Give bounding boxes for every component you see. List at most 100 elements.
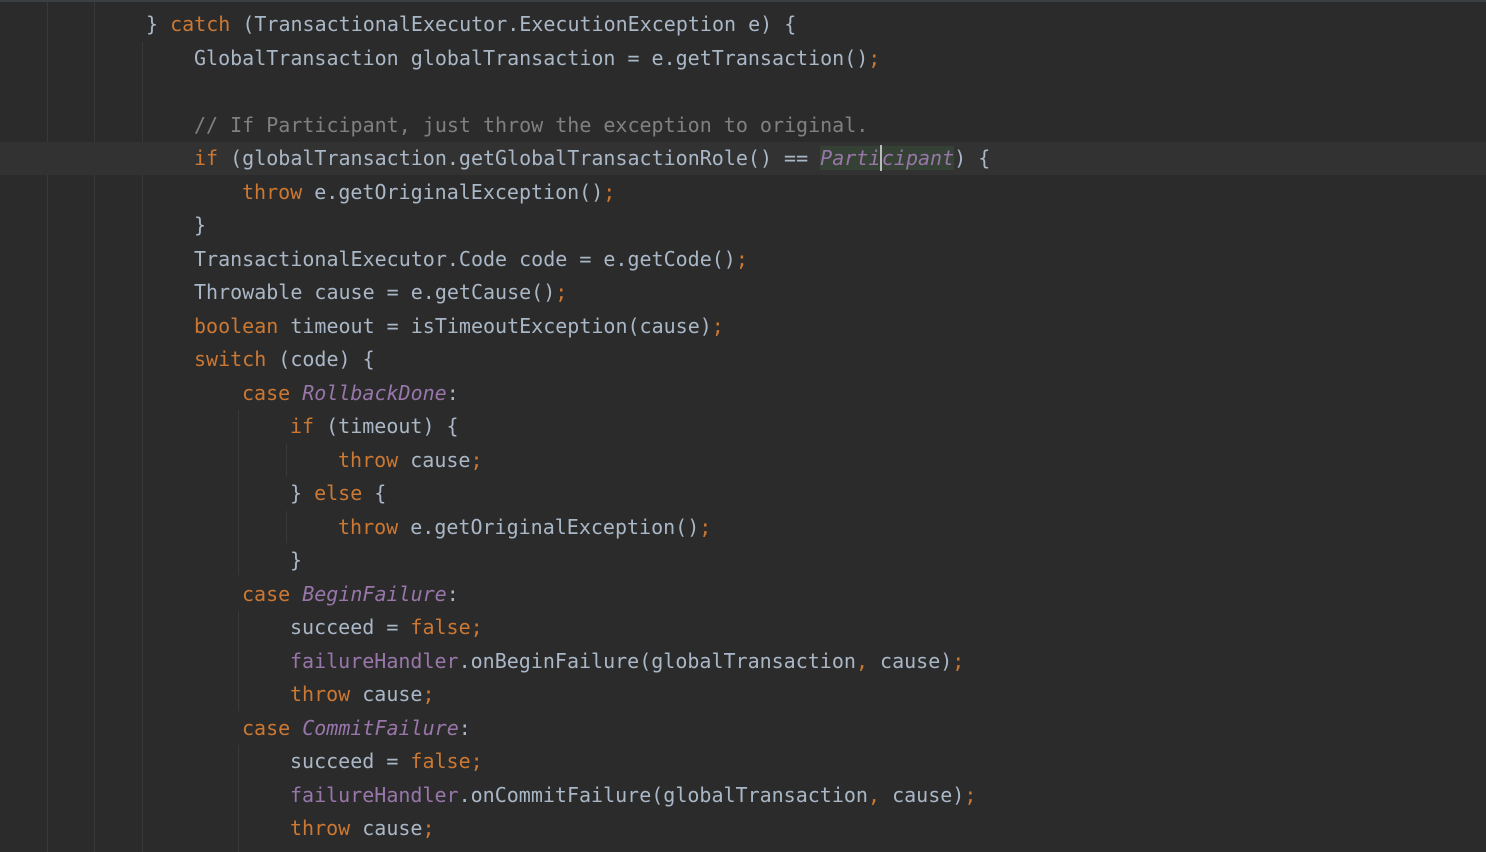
- indent-guide: [238, 410, 239, 575]
- code-token: ;: [555, 280, 568, 304]
- code-line[interactable]: throw e.getOriginalException();: [338, 511, 711, 545]
- code-token: }: [290, 481, 315, 505]
- code-token: case: [242, 380, 291, 405]
- code-token: case: [242, 715, 291, 740]
- code-line[interactable]: succeed = false;: [290, 745, 483, 779]
- code-token: ;: [735, 246, 748, 271]
- code-line[interactable]: if (globalTransaction.getGlobalTransacti…: [194, 142, 990, 176]
- code-token: // If Participant, just throw the except…: [194, 112, 869, 137]
- code-editor[interactable]: } catch (TransactionalExecutor.Execution…: [0, 0, 1486, 852]
- code-token: (code) {: [266, 347, 375, 371]
- code-line[interactable]: Throwable cause = e.getCause();: [194, 276, 567, 310]
- code-token: .onCommitFailure(globalTransaction: [458, 782, 868, 807]
- code-token: RollbackDone: [302, 380, 447, 405]
- code-token: ;: [952, 648, 965, 673]
- code-token: (globalTransaction.getGlobalTransactionR…: [218, 146, 821, 170]
- indent-guide: [286, 511, 287, 543]
- code-token: throw: [338, 514, 399, 539]
- code-token: ;: [422, 682, 435, 706]
- code-line[interactable]: boolean timeout = isTimeoutException(cau…: [194, 310, 724, 344]
- code-token: ;: [964, 782, 977, 807]
- code-token: {: [362, 481, 387, 505]
- code-token: e.getOriginalException(): [302, 179, 604, 204]
- code-line[interactable]: case BeginFailure:: [242, 578, 459, 612]
- code-token: }: [290, 548, 303, 572]
- code-line[interactable]: if (timeout) {: [290, 410, 459, 444]
- code-line[interactable]: throw cause;: [338, 444, 483, 478]
- code-line[interactable]: failureHandler.onCommitFailure(globalTra…: [290, 779, 976, 813]
- code-token: cause: [350, 816, 423, 840]
- code-token: cause): [880, 782, 965, 807]
- code-line[interactable]: failureHandler.onBeginFailure(globalTran…: [290, 645, 964, 679]
- code-token: BeginFailure: [302, 581, 447, 606]
- code-token: cause: [350, 682, 423, 706]
- code-token: switch: [194, 347, 267, 371]
- code-token: false;: [410, 615, 483, 639]
- code-line[interactable]: switch (code) {: [194, 343, 375, 377]
- code-token: (timeout) {: [314, 414, 459, 438]
- code-line[interactable]: case RollbackDone:: [242, 377, 459, 411]
- code-line[interactable]: GlobalTransaction globalTransaction = e.…: [194, 42, 880, 76]
- code-token: throw: [242, 179, 303, 204]
- code-line[interactable]: case CommitFailure:: [242, 712, 471, 746]
- code-token: Throwable cause = e.getCause(): [194, 280, 556, 304]
- code-token: throw: [338, 447, 399, 472]
- code-token: ,: [867, 782, 881, 807]
- code-token: throw: [290, 682, 351, 706]
- code-token: failureHandler: [290, 782, 459, 807]
- code-token: cause): [867, 648, 953, 673]
- code-line[interactable]: }: [290, 544, 302, 578]
- code-token: }: [146, 12, 171, 36]
- code-token: CommitFailure: [302, 715, 459, 740]
- code-token: if: [290, 414, 315, 438]
- code-token: ;: [603, 179, 616, 204]
- code-line[interactable]: } catch (TransactionalExecutor.Execution…: [146, 8, 796, 42]
- code-token: GlobalTransaction globalTransaction = e.…: [194, 45, 869, 70]
- code-token: case: [242, 581, 291, 606]
- code-token: :: [458, 715, 471, 740]
- code-line[interactable]: succeed = false;: [290, 611, 483, 645]
- code-token: false;: [410, 749, 483, 773]
- code-token: ;: [699, 514, 712, 539]
- code-line[interactable]: throw cause;: [290, 678, 435, 712]
- code-token: e.getOriginalException(): [398, 514, 700, 539]
- code-line[interactable]: }: [194, 209, 206, 243]
- indent-guide: [286, 444, 287, 476]
- code-token: (TransactionalExecutor.ExecutionExceptio…: [230, 12, 797, 36]
- code-token: TransactionalExecutor.Code code = e.getC…: [194, 246, 736, 271]
- code-line[interactable]: } else {: [290, 477, 386, 511]
- code-token: ;: [868, 45, 881, 70]
- code-line[interactable]: TransactionalExecutor.Code code = e.getC…: [194, 243, 748, 277]
- code-token: cipant: [881, 146, 955, 170]
- code-token: succeed =: [290, 615, 411, 639]
- code-token: catch: [170, 12, 231, 36]
- code-token: succeed =: [290, 749, 411, 773]
- indent-guide: [238, 745, 239, 852]
- code-token: ) {: [954, 146, 991, 170]
- code-token: }: [194, 213, 207, 237]
- code-token: timeout = isTimeoutException(cause): [278, 313, 712, 338]
- code-line[interactable]: throw cause;: [290, 812, 435, 846]
- code-token: .onBeginFailure(globalTransaction: [458, 648, 856, 673]
- indent-guide: [94, 2, 95, 852]
- code-token: else: [314, 481, 363, 505]
- code-token: failureHandler: [290, 648, 459, 673]
- code-token: if: [194, 146, 219, 170]
- code-token: boolean: [194, 313, 279, 338]
- code-token: ;: [711, 313, 724, 338]
- code-line[interactable]: // If Participant, just throw the except…: [194, 109, 868, 143]
- code-token: Parti: [820, 146, 881, 170]
- code-token: cause: [398, 447, 471, 472]
- code-token: ;: [470, 447, 483, 472]
- code-line[interactable]: throw e.getOriginalException();: [242, 176, 615, 210]
- indent-guide: [47, 2, 48, 852]
- code-token: ;: [422, 816, 435, 840]
- code-token: :: [446, 380, 459, 405]
- code-token: throw: [290, 816, 351, 840]
- code-token: :: [446, 581, 459, 606]
- code-token: ,: [855, 648, 868, 673]
- indent-guide: [238, 611, 239, 711]
